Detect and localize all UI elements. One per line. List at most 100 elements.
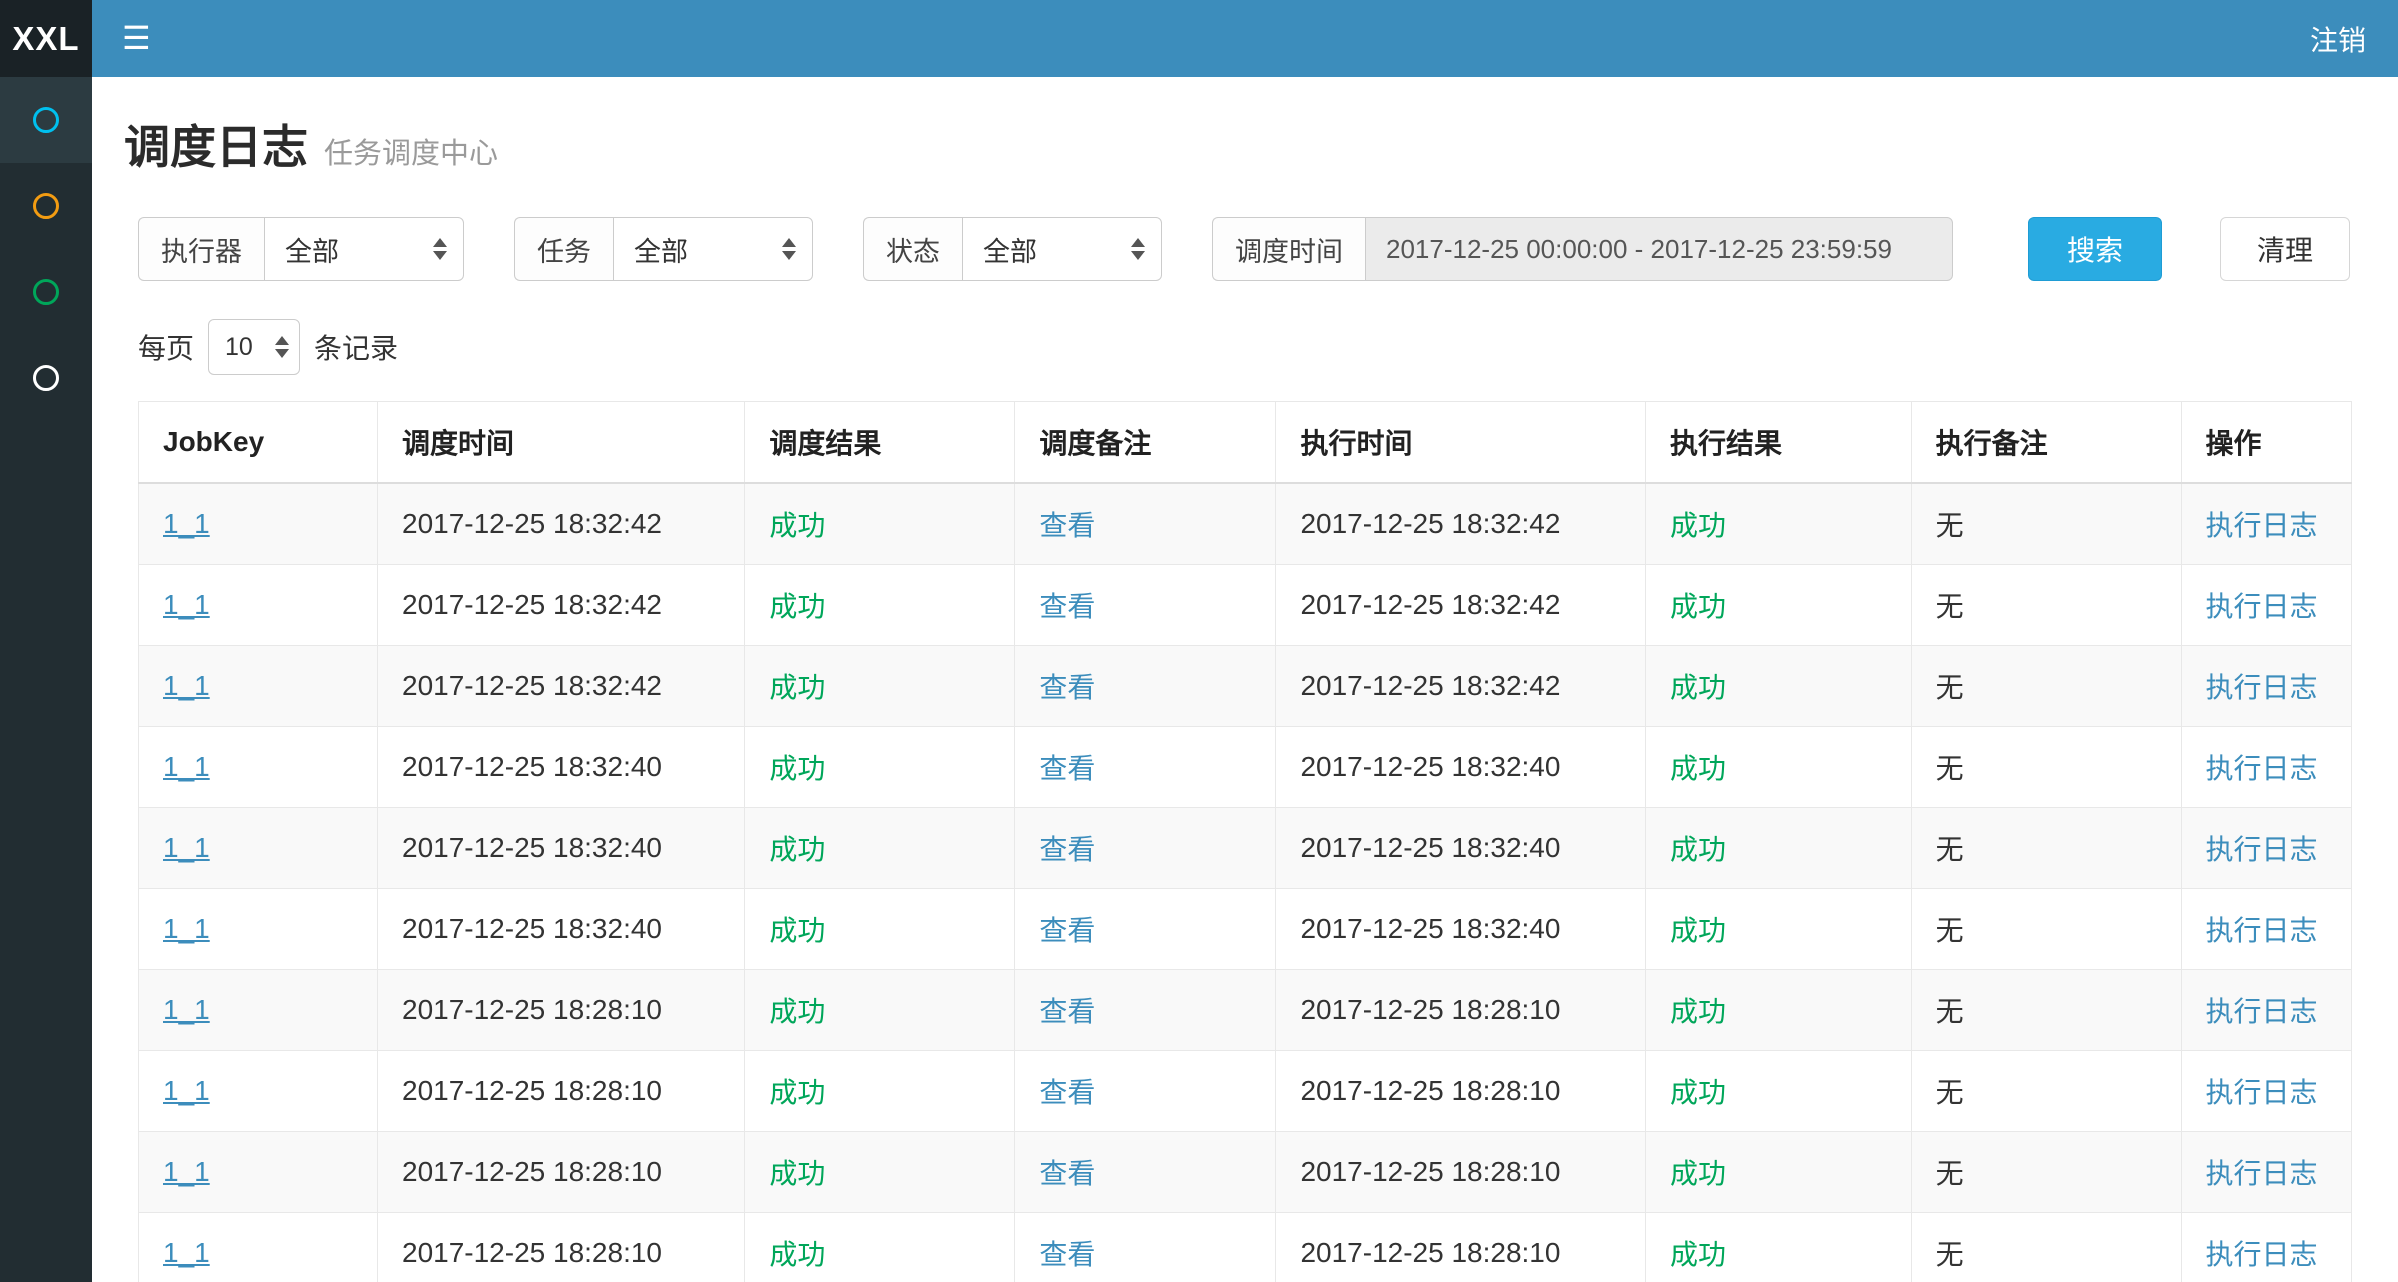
filter-bar: 执行器 全部 任务 全部 状态 全部 调度时间 2017-12-25 00:00… (124, 217, 2352, 281)
sidebar-item[interactable] (0, 249, 92, 335)
trigger-msg-link[interactable]: 查看 (1039, 1239, 1095, 1270)
main-content: 调度日志 任务调度中心 执行器 全部 任务 全部 状态 全部 (92, 77, 2398, 1282)
jobkey-link[interactable]: 1_1 (163, 913, 210, 944)
navbar-body: ☰ 注销 (92, 0, 2398, 77)
handle-msg-cell: 无 (1936, 591, 1964, 622)
page-size-prefix: 每页 (138, 327, 194, 367)
trigger-result-cell: 成功 (769, 510, 825, 541)
sidebar-toggle-icon[interactable]: ☰ (92, 0, 181, 77)
trigger-time-cell: 2017-12-25 18:28:10 (402, 1237, 662, 1268)
executor-filter-label: 执行器 (138, 217, 264, 281)
circle-outline-icon (33, 279, 59, 305)
search-button[interactable]: 搜索 (2028, 217, 2162, 281)
exec-log-link[interactable]: 执行日志 (2206, 510, 2318, 541)
jobkey-link[interactable]: 1_1 (163, 1237, 210, 1268)
handle-time-cell: 2017-12-25 18:28:10 (1300, 1237, 1560, 1268)
clear-button[interactable]: 清理 (2220, 217, 2350, 281)
trigger-msg-link[interactable]: 查看 (1039, 915, 1095, 946)
exec-log-link[interactable]: 执行日志 (2206, 1239, 2318, 1270)
handle-msg-cell: 无 (1936, 510, 1964, 541)
trigger-result-cell: 成功 (769, 834, 825, 865)
top-navbar: XXL ☰ 注销 (0, 0, 2398, 77)
trigger-time-cell: 2017-12-25 18:32:42 (402, 508, 662, 539)
handle-msg-cell: 无 (1936, 1239, 1964, 1270)
executor-select-value: 全部 (285, 230, 339, 269)
page-subtitle: 任务调度中心 (324, 130, 498, 172)
status-select[interactable]: 全部 (962, 217, 1162, 281)
trigger-result-cell: 成功 (769, 1158, 825, 1189)
page-size-select[interactable]: 10 (208, 319, 300, 375)
handle-msg-cell: 无 (1936, 1077, 1964, 1108)
sidebar-item[interactable] (0, 77, 92, 163)
jobkey-link[interactable]: 1_1 (163, 994, 210, 1025)
app-logo[interactable]: XXL (0, 0, 92, 77)
handle-result-cell: 成功 (1670, 510, 1726, 541)
handle-result-cell: 成功 (1670, 1077, 1726, 1108)
table-row: 1_1 2017-12-25 18:32:42 成功 查看 2017-12-25 18:… (139, 483, 2352, 565)
select-arrows-icon (433, 238, 447, 260)
trigger-time-filter-label: 调度时间 (1212, 217, 1365, 281)
trigger-time-cell: 2017-12-25 18:32:40 (402, 751, 662, 782)
table-row: 1_12017-12-25 18:32:42成功查看2017-12-25 18:… (139, 646, 2352, 727)
trigger-time-cell: 2017-12-25 18:28:10 (402, 1075, 662, 1106)
handle-time-cell: 2017-12-25 18:32:42 (1300, 508, 1560, 539)
trigger-time-cell: 2017-12-25 18:32:40 (402, 913, 662, 944)
sidebar (0, 77, 92, 1282)
content-header: 调度日志 任务调度中心 (124, 77, 2352, 177)
exec-log-link[interactable]: 执行日志 (2206, 1077, 2318, 1108)
sidebar-item[interactable] (0, 335, 92, 421)
select-arrows-icon (1131, 238, 1145, 260)
jobkey-link[interactable]: 1_1 (163, 832, 210, 863)
column-header: 执行结果 (1646, 402, 1912, 484)
trigger-msg-link[interactable]: 查看 (1039, 1158, 1095, 1189)
log-table-container: JobKey调度时间调度结果调度备注执行时间执行结果执行备注操作 1_12017… (124, 401, 2352, 1282)
jobkey-link[interactable]: 1_1 (163, 751, 210, 782)
exec-log-link[interactable]: 执行日志 (2206, 834, 2318, 865)
jobkey-link[interactable]: 1_1 (163, 1075, 210, 1106)
trigger-msg-link[interactable]: 查看 (1039, 591, 1095, 622)
handle-result-cell: 成功 (1670, 1158, 1726, 1189)
logout-link[interactable]: 注销 (2278, 19, 2398, 59)
trigger-result-cell: 成功 (769, 1239, 825, 1270)
handle-result-cell: 成功 (1670, 753, 1726, 784)
exec-log-link[interactable]: 执行日志 (2206, 915, 2318, 946)
select-arrows-icon (275, 336, 289, 358)
handle-time-cell: 2017-12-25 18:28:10 (1300, 1075, 1560, 1106)
table-row: 1_12017-12-25 18:32:42成功查看2017-12-25 18:… (139, 565, 2352, 646)
jobkey-link[interactable]: 1_1 (163, 508, 210, 539)
handle-time-cell: 2017-12-25 18:28:10 (1300, 1156, 1560, 1187)
handle-msg-cell: 无 (1936, 1158, 1964, 1189)
exec-log-link[interactable]: 执行日志 (2206, 996, 2318, 1027)
table-row: 1_1 2017-12-25 18:28:10 成功 查看 2017-12-25 18:… (139, 1213, 2352, 1282)
handle-result-cell: 成功 (1670, 915, 1726, 946)
jobkey-link[interactable]: 1_1 (163, 670, 210, 701)
exec-log-link[interactable]: 执行日志 (2206, 1158, 2318, 1189)
jobkey-link[interactable]: 1_1 (163, 589, 210, 620)
handle-time-cell: 2017-12-25 18:32:42 (1300, 589, 1560, 620)
sidebar-menu (0, 77, 92, 421)
job-select[interactable]: 全部 (613, 217, 813, 281)
trigger-msg-link[interactable]: 查看 (1039, 996, 1095, 1027)
trigger-msg-link[interactable]: 查看 (1039, 753, 1095, 784)
jobkey-link[interactable]: 1_1 (163, 1156, 210, 1187)
circle-outline-icon (33, 107, 59, 133)
status-select-value: 全部 (983, 230, 1037, 269)
exec-log-link[interactable]: 执行日志 (2206, 753, 2318, 784)
exec-log-link[interactable]: 执行日志 (2206, 591, 2318, 622)
trigger-msg-link[interactable]: 查看 (1039, 1077, 1095, 1108)
column-header: 调度备注 (1015, 402, 1276, 484)
trigger-result-cell: 成功 (769, 1077, 825, 1108)
trigger-msg-link[interactable]: 查看 (1039, 672, 1095, 703)
trigger-time-filter-group: 调度时间 2017-12-25 00:00:00 - 2017-12-25 23… (1212, 217, 1953, 281)
trigger-msg-link[interactable]: 查看 (1039, 834, 1095, 865)
trigger-msg-link[interactable]: 查看 (1039, 510, 1095, 541)
sidebar-item[interactable] (0, 163, 92, 249)
table-row: 1_12017-12-25 18:28:10成功查看2017-12-25 18:… (139, 1132, 2352, 1213)
handle-time-cell: 2017-12-25 18:32:42 (1300, 670, 1560, 701)
exec-log-link[interactable]: 执行日志 (2206, 672, 2318, 703)
column-header: 调度结果 (745, 402, 1015, 484)
executor-select[interactable]: 全部 (264, 217, 464, 281)
page-size-value: 10 (225, 333, 253, 362)
trigger-time-range-input[interactable]: 2017-12-25 00:00:00 - 2017-12-25 23:59:5… (1365, 217, 1953, 281)
handle-time-cell: 2017-12-25 18:32:40 (1300, 913, 1560, 944)
